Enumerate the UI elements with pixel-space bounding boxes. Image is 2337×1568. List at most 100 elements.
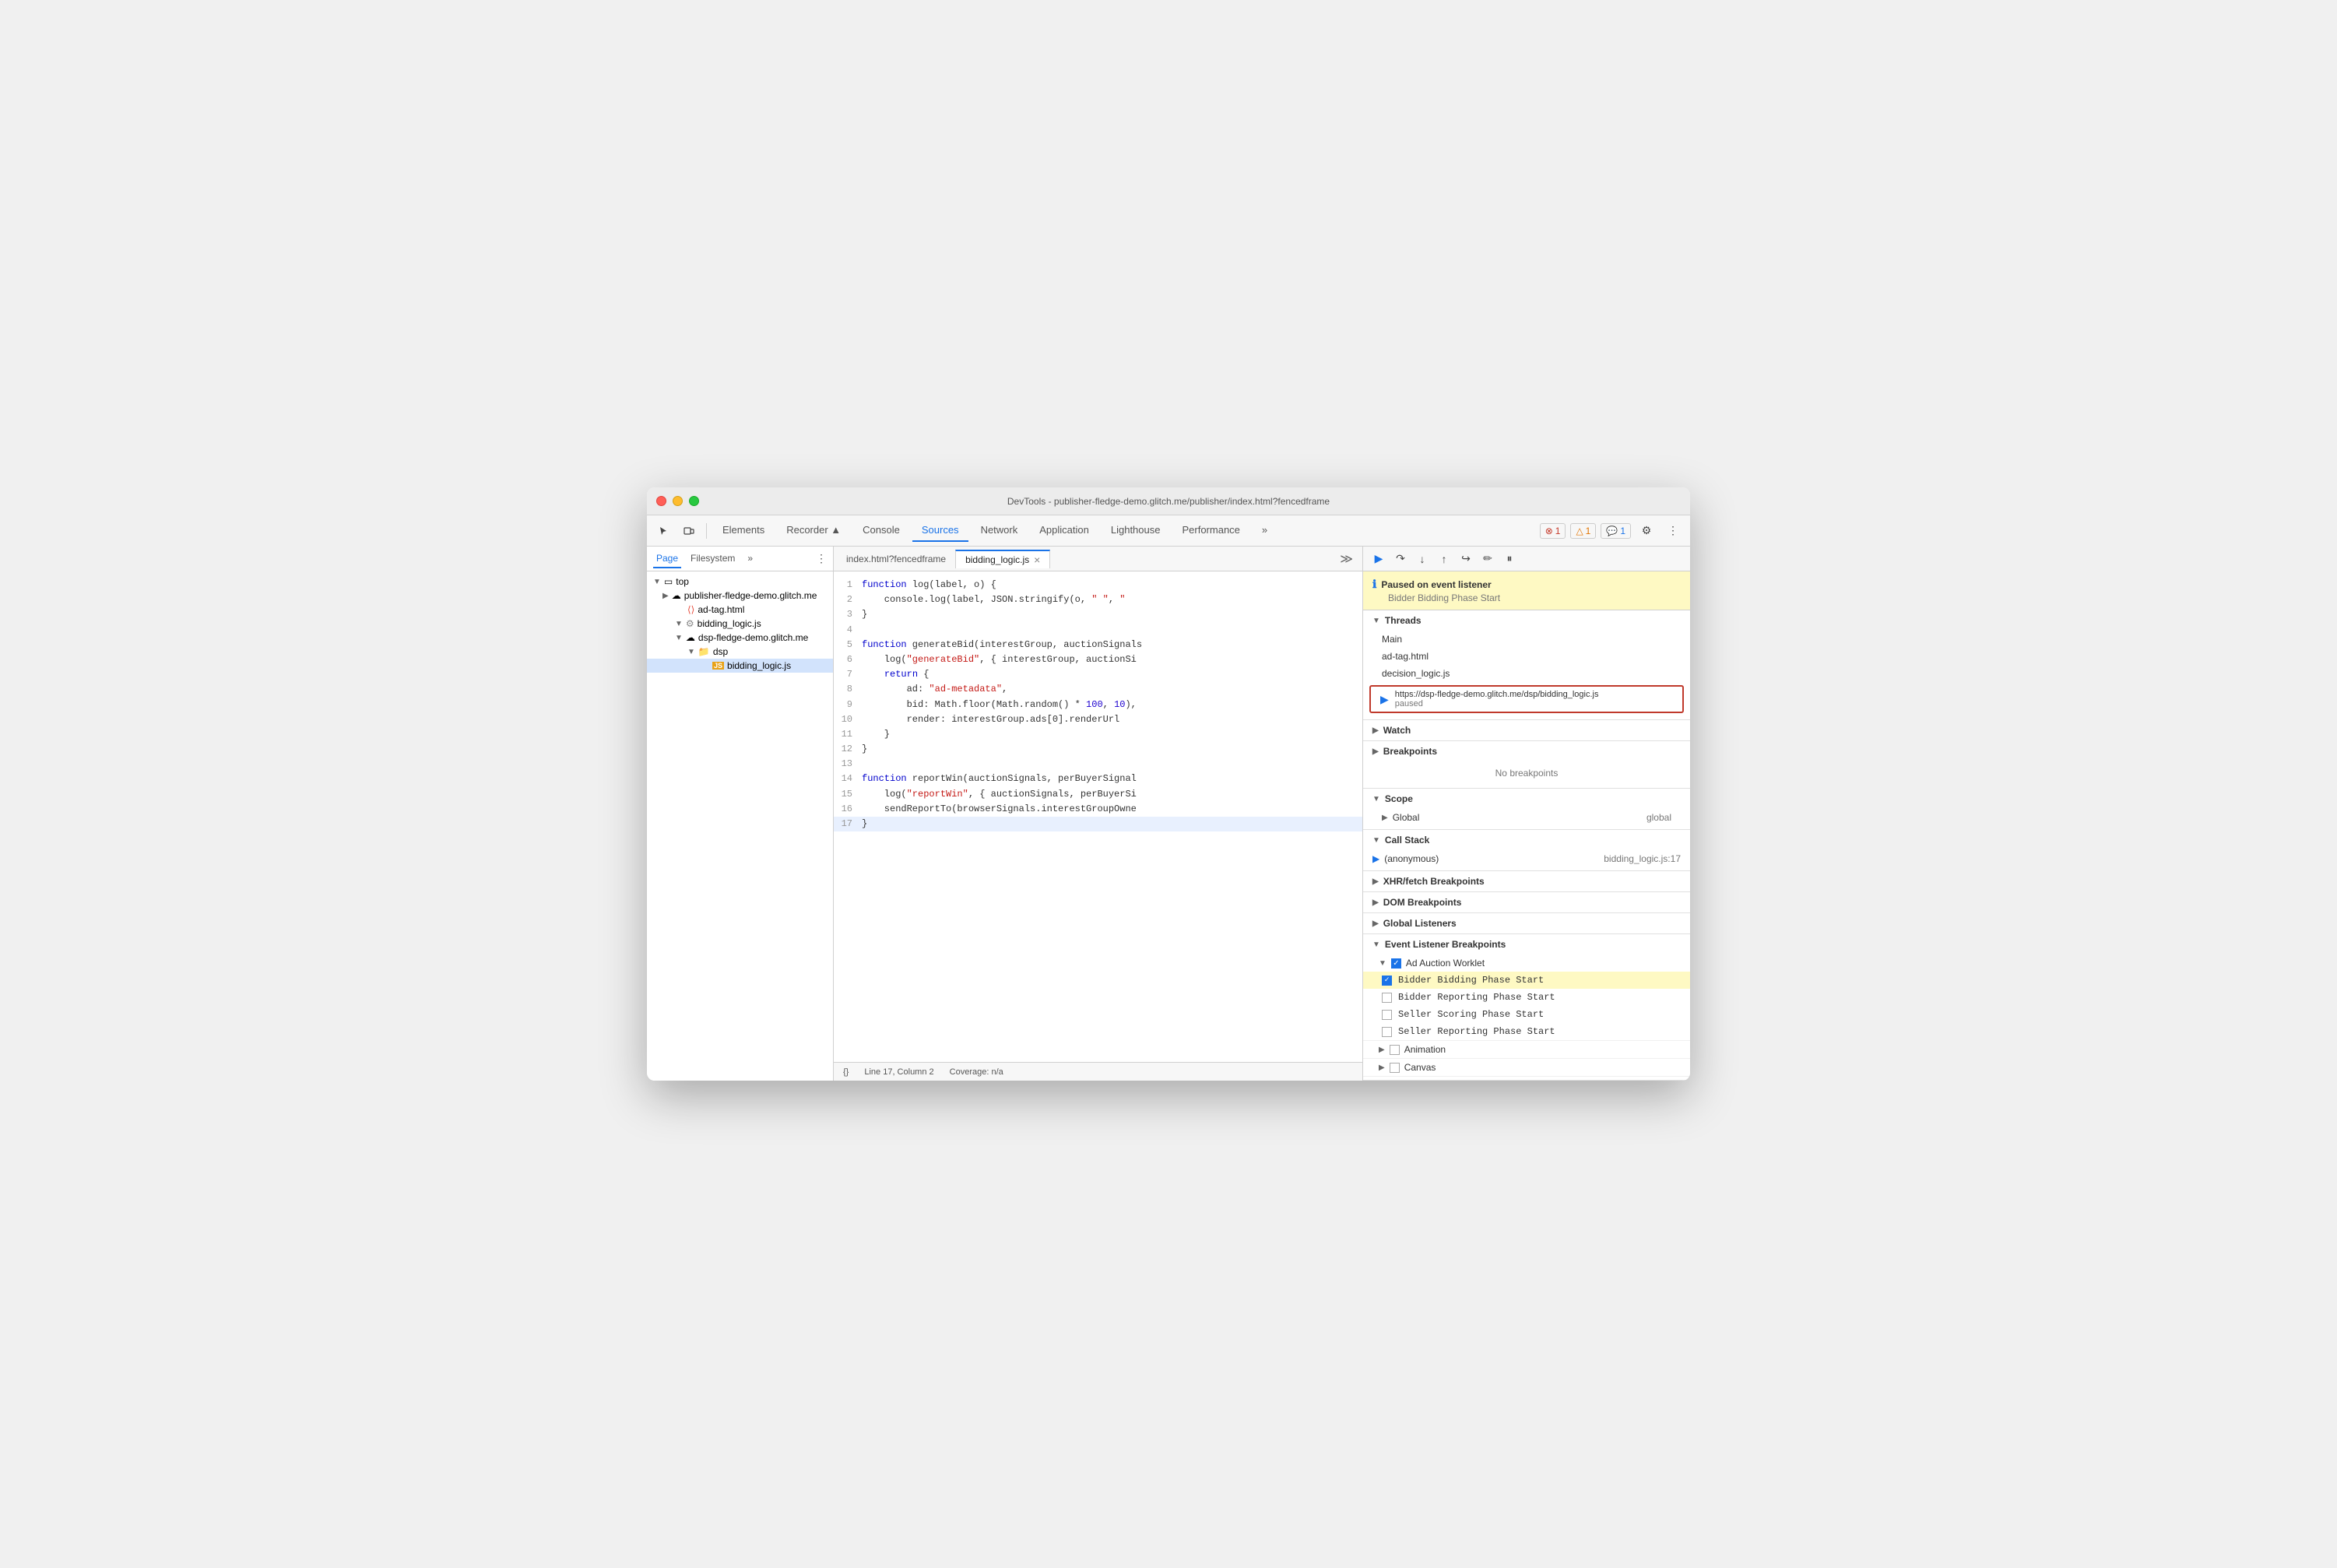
pause-on-exceptions-button[interactable]: ⏸ (1500, 550, 1519, 568)
global-listeners-header[interactable]: ▶ Global Listeners (1363, 913, 1690, 933)
info-circle-icon: ℹ (1372, 578, 1376, 591)
title-bar: DevTools - publisher-fledge-demo.glitch.… (647, 487, 1690, 515)
code-editor[interactable]: 1 function log(label, o) { 2 console.log… (834, 571, 1362, 1062)
more-options-icon[interactable]: ⋮ (1662, 520, 1684, 542)
ad-auction-header[interactable]: ▼ ✓ Ad Auction Worklet (1363, 955, 1690, 972)
tab-panel-more[interactable]: » (744, 550, 756, 568)
dom-breakpoints-header[interactable]: ▶ DOM Breakpoints (1363, 892, 1690, 912)
event-listener-breakpoints-section: ▼ Event Listener Breakpoints ▼ ✓ Ad Auct… (1363, 934, 1690, 1081)
bidder-bidding-checkbox[interactable]: ✓ (1382, 976, 1392, 986)
paused-title: ℹ Paused on event listener (1372, 578, 1681, 591)
step-into-button[interactable]: ↓ (1413, 550, 1432, 568)
tab-elements[interactable]: Elements (713, 519, 774, 542)
file-panel: Page Filesystem » ⋮ ▼ ▭ top ▶ ☁ publishe… (647, 547, 834, 1081)
call-stack-label: Call Stack (1385, 835, 1429, 846)
seller-reporting-label: Seller Reporting Phase Start (1398, 1026, 1555, 1037)
chevron-right-icon: ▶ (1372, 747, 1379, 756)
tab-more[interactable]: » (1253, 519, 1277, 542)
warning-badge[interactable]: △ 1 (1570, 523, 1596, 539)
tab-application[interactable]: Application (1030, 519, 1098, 542)
info-badge[interactable]: 💬 1 (1601, 523, 1631, 539)
tree-item-adtag[interactable]: ⟨⟩ ad-tag.html (647, 603, 833, 617)
tab-network[interactable]: Network (972, 519, 1028, 542)
tree-item-dsp[interactable]: ▼ ☁ dsp-fledge-demo.glitch.me (647, 631, 833, 645)
close-button[interactable] (656, 496, 666, 506)
settings-icon[interactable]: ⚙ (1636, 520, 1657, 542)
tree-item-top[interactable]: ▼ ▭ top (647, 575, 833, 589)
close-icon[interactable]: × (1034, 554, 1040, 565)
code-tab-bidding[interactable]: bidding_logic.js × (955, 550, 1050, 568)
code-line-13: 13 (834, 757, 1362, 772)
format-icon[interactable]: {} (843, 1067, 849, 1077)
device-toggle-icon[interactable] (678, 520, 700, 542)
thread-main[interactable]: Main (1363, 631, 1690, 648)
animation-checkbox[interactable] (1390, 1045, 1400, 1055)
thread-ad-tag[interactable]: ad-tag.html (1363, 648, 1690, 665)
event-listener-breakpoints-header[interactable]: ▼ Event Listener Breakpoints (1363, 934, 1690, 955)
breakpoints-label: Breakpoints (1383, 746, 1437, 757)
coverage-status: Coverage: n/a (950, 1067, 1003, 1077)
threads-header[interactable]: ▼ Threads (1363, 610, 1690, 631)
maximize-button[interactable] (689, 496, 699, 506)
navigate-files-icon[interactable]: ≫ (1340, 551, 1353, 567)
threads-section: ▼ Threads Main ad-tag.html decision_logi… (1363, 610, 1690, 720)
tab-recorder[interactable]: Recorder ▲ (777, 519, 850, 542)
code-panel: index.html?fencedframe bidding_logic.js … (834, 547, 1363, 1081)
scope-global[interactable]: ▶ Global global (1363, 809, 1690, 826)
thread-url: https://dsp-fledge-demo.glitch.me/dsp/bi… (1395, 690, 1599, 699)
tab-page[interactable]: Page (653, 550, 681, 568)
code-tab-index[interactable]: index.html?fencedframe (837, 550, 955, 568)
tree-label: dsp-fledge-demo.glitch.me (698, 632, 808, 643)
canvas-checkbox[interactable] (1390, 1063, 1400, 1073)
xhr-breakpoints-header[interactable]: ▶ XHR/fetch Breakpoints (1363, 871, 1690, 891)
minimize-button[interactable] (673, 496, 683, 506)
code-line-8: 8 ad: "ad-metadata", (834, 682, 1362, 697)
code-line-9: 9 bid: Math.floor(Math.random() * 100, 1… (834, 698, 1362, 712)
tree-item-publisher[interactable]: ▶ ☁ publisher-fledge-demo.glitch.me (647, 589, 833, 603)
bidder-reporting-checkbox[interactable] (1382, 993, 1392, 1003)
scope-header[interactable]: ▼ Scope (1363, 789, 1690, 809)
ad-auction-checkbox[interactable]: ✓ (1391, 958, 1401, 969)
resume-button[interactable]: ▶ (1369, 550, 1388, 568)
seller-scoring-checkbox[interactable] (1382, 1010, 1392, 1020)
arrow-icon: ▼ (687, 648, 695, 656)
tree-item-bidding-selected[interactable]: JS bidding_logic.js (647, 659, 833, 673)
tab-lighthouse[interactable]: Lighthouse (1102, 519, 1170, 542)
thread-decision-logic[interactable]: decision_logic.js (1363, 665, 1690, 682)
code-line-6: 6 log("generateBid", { interestGroup, au… (834, 652, 1362, 667)
main-content: Page Filesystem » ⋮ ▼ ▭ top ▶ ☁ publishe… (647, 547, 1690, 1081)
animation-header[interactable]: ▶ Animation (1363, 1041, 1690, 1058)
call-stack-item[interactable]: ▶ (anonymous) bidding_logic.js:17 (1363, 850, 1690, 867)
bidder-reporting-item: Bidder Reporting Phase Start (1363, 989, 1690, 1006)
watch-header[interactable]: ▶ Watch (1363, 720, 1690, 740)
thread-active-bidding[interactable]: ▶ https://dsp-fledge-demo.glitch.me/dsp/… (1369, 685, 1684, 713)
step-out-button[interactable]: ↑ (1435, 550, 1453, 568)
window-title: DevTools - publisher-fledge-demo.glitch.… (1007, 496, 1330, 507)
breakpoints-content: No breakpoints (1363, 761, 1690, 788)
seller-reporting-checkbox[interactable] (1382, 1027, 1392, 1037)
seller-reporting-item: Seller Reporting Phase Start (1363, 1023, 1690, 1040)
info-count: 1 (1620, 526, 1625, 536)
code-line-17: 17 } (834, 817, 1362, 831)
call-stack-header[interactable]: ▼ Call Stack (1363, 830, 1690, 850)
debug-toolbar: ▶ ↷ ↓ ↑ ↪ ✏ ⏸ (1363, 547, 1690, 571)
tree-item-dsp-folder[interactable]: ▼ 📁 dsp (647, 645, 833, 659)
step-over-button[interactable]: ↷ (1391, 550, 1410, 568)
cursor-icon[interactable] (653, 520, 675, 542)
code-line-12: 12 } (834, 742, 1362, 757)
breakpoints-header[interactable]: ▶ Breakpoints (1363, 741, 1690, 761)
panel-more-icon[interactable]: ⋮ (816, 552, 827, 565)
deactivate-breakpoints-button[interactable]: ✏ (1478, 550, 1497, 568)
chevron-right-icon: ▶ (1372, 898, 1379, 907)
code-line-1: 1 function log(label, o) { (834, 578, 1362, 592)
global-listeners-section: ▶ Global Listeners (1363, 913, 1690, 934)
tab-performance[interactable]: Performance (1172, 519, 1249, 542)
tab-filesystem[interactable]: Filesystem (687, 550, 738, 568)
step-button[interactable]: ↪ (1457, 550, 1475, 568)
tab-console[interactable]: Console (853, 519, 909, 542)
tree-item-bidding-pub[interactable]: ▼ ⚙ bidding_logic.js (647, 617, 833, 631)
error-badge[interactable]: ⊗ 1 (1540, 523, 1566, 539)
tab-sources[interactable]: Sources (912, 519, 968, 542)
canvas-header[interactable]: ▶ Canvas (1363, 1059, 1690, 1076)
main-toolbar: Elements Recorder ▲ Console Sources Netw… (647, 515, 1690, 547)
